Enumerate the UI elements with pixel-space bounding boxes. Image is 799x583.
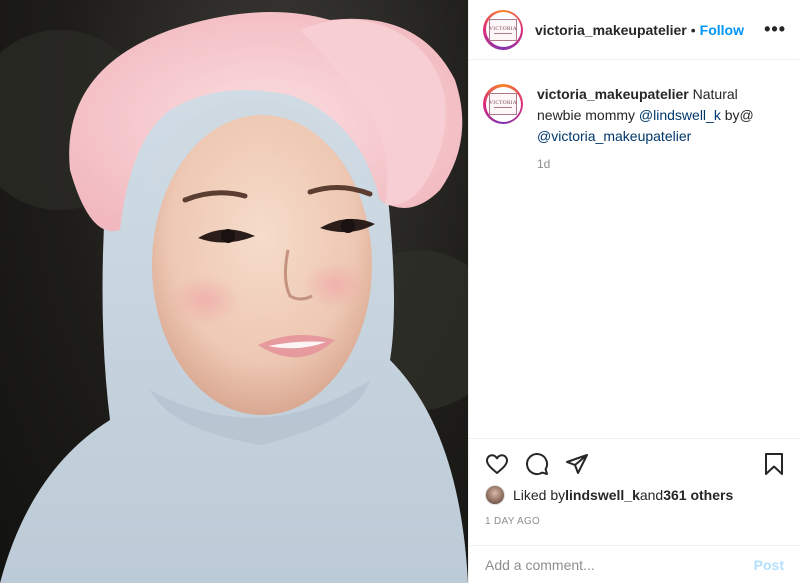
- caption-timestamp[interactable]: 1d: [537, 157, 786, 171]
- avatar-inner: VICTORIA: [485, 12, 521, 47]
- caption-brand-logo: VICTORIA: [489, 93, 517, 115]
- logo-underline: [494, 32, 512, 34]
- post-header: VICTORIA victoria_makeupatelier • Follow…: [469, 0, 799, 60]
- likes-prefix: Liked by: [513, 487, 566, 503]
- comment-bar: Post: [469, 545, 799, 583]
- liker-avatar[interactable]: [485, 485, 505, 505]
- likes-middle: and: [639, 487, 664, 503]
- post-photo[interactable]: [0, 0, 468, 583]
- header-separator: •: [690, 21, 696, 38]
- more-options-icon[interactable]: •••: [764, 19, 786, 40]
- bookmark-icon[interactable]: [760, 450, 788, 478]
- caption-row: VICTORIA victoria_makeupatelier Natural …: [483, 84, 786, 147]
- heart-icon[interactable]: [483, 450, 511, 478]
- post-side-panel: VICTORIA victoria_makeupatelier • Follow…: [468, 0, 799, 583]
- likes-others-count[interactable]: 361 others: [663, 487, 733, 503]
- caption-logo-underline: [494, 107, 512, 108]
- caption-username[interactable]: victoria_makeupatelier: [537, 86, 689, 102]
- mention-link-victoria[interactable]: @victoria_makeupatelier: [537, 128, 691, 144]
- share-icon[interactable]: [563, 450, 591, 478]
- comment-input[interactable]: [485, 556, 754, 573]
- liker-username[interactable]: lindswell_k: [565, 487, 640, 503]
- logo-text: VICTORIA: [489, 25, 517, 32]
- likes-summary: Liked by lindswell_k and 361 others: [485, 485, 733, 505]
- post-date[interactable]: 1 DAY AGO: [485, 516, 540, 527]
- profile-avatar[interactable]: VICTORIA: [483, 9, 523, 50]
- brand-logo: VICTORIA: [489, 18, 517, 41]
- caption-section: VICTORIA victoria_makeupatelier Natural …: [469, 60, 799, 438]
- actions-section: Liked by lindswell_k and 361 others 1 DA…: [469, 438, 799, 545]
- post-image: [0, 12, 468, 583]
- caption-logo-text: VICTORIA: [489, 100, 517, 106]
- caption-body-2: by@: [720, 107, 754, 123]
- caption-avatar[interactable]: VICTORIA: [483, 84, 523, 124]
- mention-link-lindswell[interactable]: @lindswell_k: [639, 107, 721, 123]
- caption-avatar-inner: VICTORIA: [485, 86, 521, 122]
- caption-text: victoria_makeupatelier Natural newbie mo…: [537, 84, 786, 147]
- post-comment-button[interactable]: Post: [754, 557, 784, 573]
- action-icons-row: [483, 449, 788, 479]
- follow-button[interactable]: Follow: [700, 22, 744, 38]
- header-username[interactable]: victoria_makeupatelier: [535, 22, 687, 38]
- comment-icon[interactable]: [523, 450, 551, 478]
